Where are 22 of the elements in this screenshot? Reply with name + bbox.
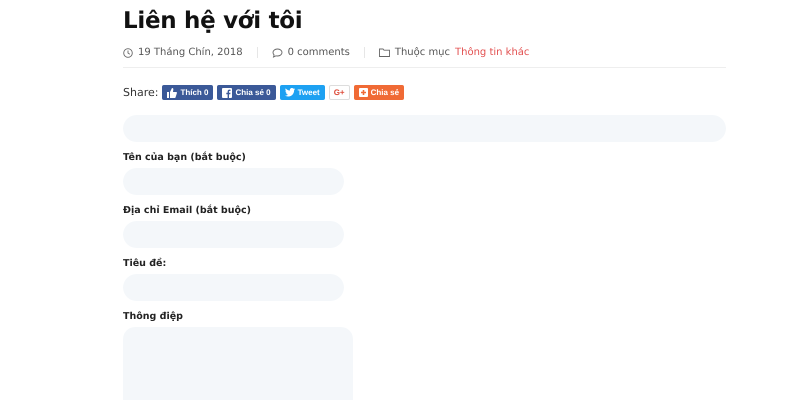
field-label: Tên của bạn (bắt buộc) [123,152,247,163]
folder-icon [378,48,390,57]
share-button[interactable]: Chia sẻ 0 [217,85,276,100]
share-label: Share: [123,86,158,99]
clock-icon [123,48,133,58]
bird-icon [284,88,295,97]
plus-box-icon [358,88,368,97]
category-link[interactable]: Thông tin khác [455,47,530,58]
field-label: Thông điệp [123,311,184,322]
comment-icon [272,48,283,58]
share-button[interactable]: Thích 0 [162,85,214,100]
comments-link[interactable]: 0 comments [288,47,350,58]
share-button[interactable]: G+ [328,85,350,100]
thumbs-up-icon [167,88,178,98]
facebook-icon [222,88,232,98]
share-button[interactable]: Tweet [280,85,325,100]
field-label: Tiêu đề: [123,258,168,269]
share-button[interactable]: Chia sẻ [354,85,404,100]
category-label: Thuộc mục [394,47,450,58]
field-label: Địa chỉ Email (bắt buộc) [123,205,252,216]
post-date: 19 Tháng Chín, 2018 [138,47,243,58]
page-title: Liên hệ với tôi [123,8,304,34]
